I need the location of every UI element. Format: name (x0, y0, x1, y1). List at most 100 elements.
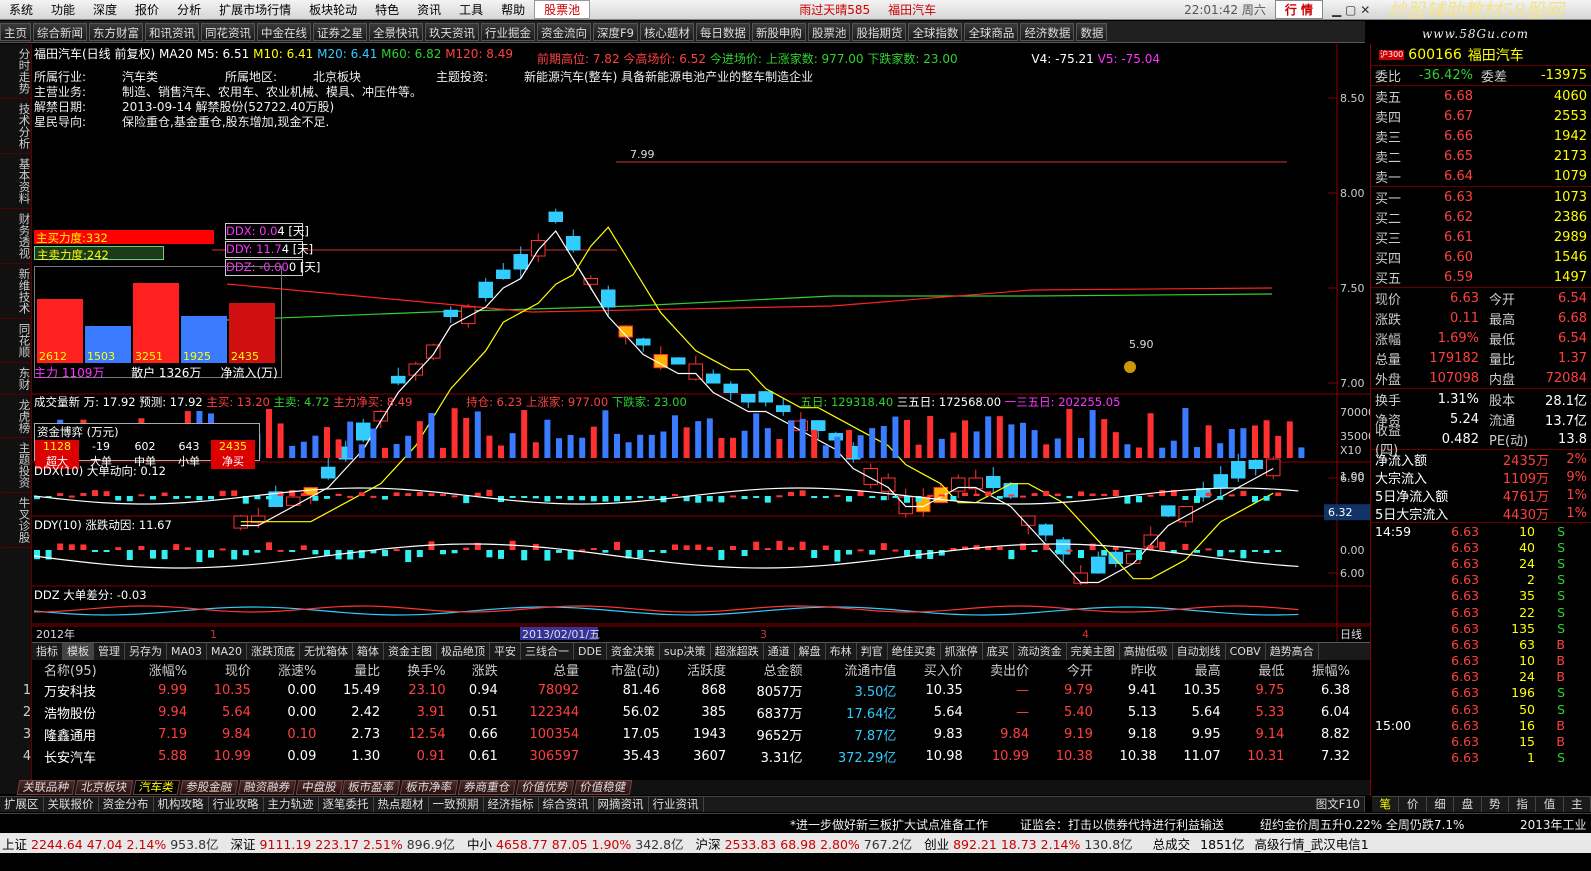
order-row[interactable]: 买四 6.60 1546 (1371, 247, 1591, 267)
toolbar-button[interactable]: 经济数据 (1020, 22, 1075, 41)
bottom-tab[interactable]: 关联报价 (44, 797, 99, 812)
menu-sector-rotation[interactable]: 板块轮动 (300, 1, 366, 18)
section-tab[interactable]: 价值稳健 (573, 780, 633, 795)
index-quote[interactable]: 中小 4658.77 87.05 1.90% 342.8亿 (465, 834, 694, 853)
bottom-tab[interactable]: 机构攻略 (154, 797, 209, 812)
toolbar-button[interactable]: 全景快讯 (369, 22, 423, 41)
toolbar-button[interactable]: 股指期货 (852, 22, 907, 41)
indicator-tab[interactable]: 抓涨停 (941, 643, 983, 660)
toolbar-button[interactable]: 中金在线 (257, 22, 311, 41)
left-tab[interactable]: 分时走势 (0, 44, 32, 99)
table-header[interactable]: 市盈(动) (587, 660, 668, 679)
section-tab[interactable]: 券商重仓 (457, 780, 517, 795)
indicator-tab[interactable]: 自动划线 (1173, 643, 1226, 660)
table-header[interactable]: 量比 (324, 660, 388, 679)
indicator-tab[interactable]: sup决策 (660, 643, 711, 660)
section-tab[interactable]: 中盘股 (295, 780, 343, 795)
indicator-tab[interactable]: 三线合一 (521, 643, 575, 660)
table-header[interactable]: 振幅% (1292, 660, 1358, 679)
toolbar-button[interactable]: 每日数据 (695, 22, 750, 41)
menu-function[interactable]: 功能 (42, 1, 84, 18)
table-header[interactable]: 涨速% (259, 660, 324, 679)
chart-area[interactable]: 8.50 8.00 7.50 7.00 6.50 6.00 6.32 7.99 5.90 7000… (32, 44, 1375, 642)
menu-feature[interactable]: 特色 (366, 1, 408, 18)
bottom-tab[interactable]: 扩展区 (0, 797, 44, 812)
menu-analysis[interactable]: 分析 (168, 1, 210, 18)
order-row[interactable]: 买一 6.63 1073 (1371, 187, 1591, 207)
order-row[interactable]: 卖三 6.66 1942 (1371, 126, 1591, 146)
bottom-tab[interactable]: 主力轨迹 (264, 797, 319, 812)
news-4[interactable]: 2013年工业 (1520, 816, 1587, 833)
menu-depth[interactable]: 深度 (84, 1, 126, 18)
indicator-tab[interactable]: 布林 (826, 643, 857, 660)
indicator-tab[interactable]: 资金决策 (607, 643, 660, 660)
table-header[interactable]: 今开 (1037, 660, 1101, 679)
indicator-tab[interactable]: DDE (574, 643, 607, 660)
table-header[interactable]: 最高 (1165, 660, 1229, 679)
indicator-tab[interactable]: 箱体 (353, 643, 385, 660)
indicator-tab[interactable]: 无忧箱体 (300, 643, 354, 660)
order-row[interactable]: 买五 6.59 1497 (1371, 267, 1591, 287)
table-row[interactable]: 4 长安汽车 5.88 10.99 0.09 1.30 0.91 0.61 306597 35.4… (18, 745, 1358, 767)
toolbar-button[interactable]: 行业掘金 (481, 22, 535, 41)
toolbar-button[interactable]: 证券之星 (313, 22, 367, 41)
toolbar-button[interactable]: 深度F9 (593, 22, 638, 41)
toolbar-button[interactable]: 同花资讯 (201, 22, 255, 41)
indicator-tab[interactable]: 涨跌顶底 (247, 643, 301, 660)
toolbar-button[interactable]: 数据 (1076, 22, 1108, 41)
order-row[interactable]: 卖五 6.68 4060 (1371, 86, 1591, 106)
left-tab[interactable]: 技术分析 (0, 99, 32, 154)
tick-list[interactable]: 14:59 6.63 10 S 6.63 40 S 6.63 24 S 6.63 2 S 6.63 35 S 6… (1371, 523, 1591, 766)
news-2[interactable]: 证监会：打击以债券代持进行利益输送 (1020, 816, 1224, 833)
menu-quote[interactable]: 报价 (126, 1, 168, 18)
indicator-tab[interactable]: 判官 (857, 643, 888, 660)
indicator-tab[interactable]: 解盘 (795, 643, 826, 660)
order-row[interactable]: 卖一 6.64 1079 (1371, 166, 1591, 186)
index-quote[interactable]: 深证 9111.19 223.17 2.51% 896.9亿 (229, 834, 465, 853)
order-row[interactable]: 买二 6.62 2386 (1371, 207, 1591, 227)
table-header[interactable]: 总金额 (734, 660, 810, 679)
table-header[interactable]: 买入价 (904, 660, 970, 679)
bottom-tab[interactable]: 行业攻略 (209, 797, 264, 812)
table-header[interactable]: 最低 (1229, 660, 1293, 679)
section-tab[interactable]: 板市净率 (399, 780, 459, 795)
indicator-tab[interactable]: 流动资金 (1014, 643, 1067, 660)
left-tab[interactable]: 财务透视 (0, 209, 32, 264)
table-row[interactable]: 3 隆鑫通用 7.19 9.84 0.10 2.73 12.54 0.66 100354 17.0… (18, 723, 1358, 745)
indicator-tab[interactable]: 指标 (32, 643, 63, 660)
panel-tab[interactable]: 指 (1509, 797, 1537, 812)
menu-stock-pool[interactable]: 股票池 (534, 0, 591, 19)
bottom-tab[interactable]: 逐笔委托 (319, 797, 374, 812)
indicator-tab[interactable]: 平安 (490, 643, 522, 660)
indicator-tab[interactable]: 管理 (94, 643, 125, 660)
toolbar-button[interactable]: 核心题材 (639, 22, 694, 41)
panel-tab[interactable]: 主 (1564, 797, 1591, 812)
toolbar-button[interactable]: 和讯资讯 (145, 22, 199, 41)
indicator-tab[interactable]: 底买 (983, 643, 1014, 660)
index-quote[interactable]: 创业 892.21 18.73 2.14% 130.8亿 (922, 834, 1143, 853)
indicator-tab[interactable]: MA20 (207, 643, 248, 660)
menu-help[interactable]: 帮助 (492, 1, 534, 18)
indicator-tab[interactable]: MA03 (167, 643, 208, 660)
bottom-tab[interactable]: 综合资讯 (539, 797, 594, 812)
section-tab[interactable]: 北京板块 (74, 780, 134, 795)
table-header[interactable]: 流通市值 (811, 660, 905, 679)
index-quote[interactable]: 上证 2244.64 47.04 2.14% 953.8亿 (0, 834, 229, 853)
indicator-tab[interactable]: 极品绝顶 (437, 643, 491, 660)
indicator-tab[interactable]: 超涨超跌 (711, 643, 764, 660)
bottom-tab[interactable]: 资金分布 (99, 797, 154, 812)
table-header[interactable]: 总量 (506, 660, 587, 679)
order-row[interactable]: 卖二 6.65 2173 (1371, 146, 1591, 166)
section-tab[interactable]: 板市盈率 (341, 780, 401, 795)
event-marker-icon[interactable] (1124, 361, 1136, 373)
toolbar-button[interactable]: 资金流向 (537, 22, 591, 41)
f10-button[interactable]: 图文F10 (1312, 797, 1365, 812)
panel-tab[interactable]: 值 (1536, 797, 1564, 812)
menu-ext-market[interactable]: 扩展市场行情 (210, 1, 300, 18)
section-tab[interactable]: 价值优势 (515, 780, 575, 795)
indicator-tab[interactable]: 另存为 (125, 643, 167, 660)
left-tab[interactable]: 牛叉诊股 (0, 493, 32, 548)
indicator-tab[interactable]: COBV (1226, 643, 1266, 660)
section-tab[interactable]: 关联品种 (16, 780, 76, 795)
table-header[interactable]: 现价 (195, 660, 259, 679)
